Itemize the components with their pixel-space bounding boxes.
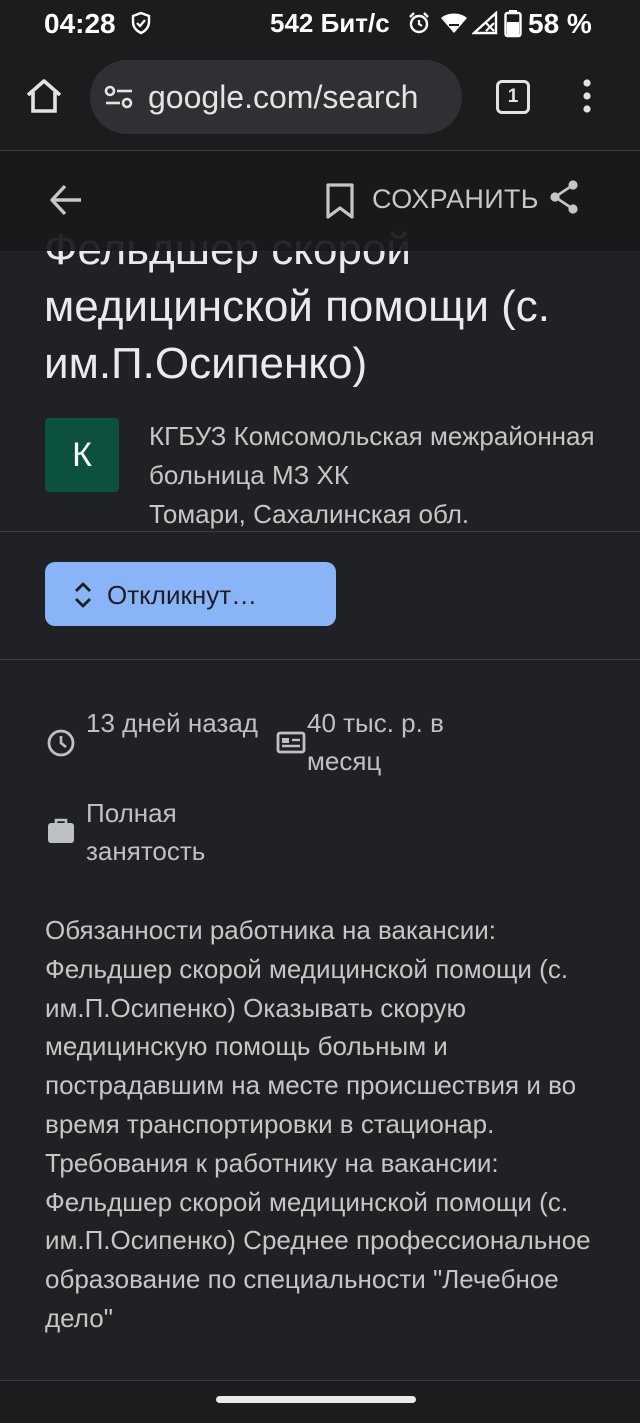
shield-icon [130, 11, 152, 40]
clock-icon [46, 728, 76, 763]
battery-icon [504, 10, 522, 43]
employer-logo: К [45, 418, 119, 492]
menu-icon[interactable] [580, 78, 594, 119]
job-description: Обязанности работника на вакансии: Фельд… [45, 915, 591, 1333]
wifi-icon [440, 11, 468, 40]
job-detail-panel: СОХРАНИТЬ Фельдшер скорой медицинской по… [0, 151, 640, 1380]
apply-button[interactable]: Откликнут… [45, 562, 336, 626]
status-time: 04:28 [44, 8, 116, 39]
salary-icon [276, 731, 306, 760]
tabs-icon[interactable]: 1 [496, 80, 530, 114]
bookmark-icon[interactable] [324, 182, 356, 225]
employer-info: КГБУЗ Комсомольская межрайонная больница… [149, 417, 619, 534]
system-nav-bar [0, 1380, 640, 1423]
posted-date: 13 дней назад [86, 708, 258, 738]
divider [0, 659, 640, 660]
share-icon[interactable] [548, 179, 580, 220]
alarm-icon [407, 11, 431, 40]
salary: 40 тыс. р. в месяц [307, 708, 444, 776]
job-header-bar: СОХРАНИТЬ [0, 151, 640, 251]
signal-icon [470, 10, 498, 40]
back-icon[interactable] [48, 183, 84, 222]
chevron-updown-icon [73, 581, 93, 614]
job-location: Томари, Сахалинская обл. [149, 499, 470, 529]
battery-percent: 58 % [528, 8, 592, 39]
divider [0, 531, 640, 532]
employment-type: Полная занятость [86, 798, 206, 866]
network-speed: 542 Бит/с [270, 8, 390, 38]
home-icon[interactable] [24, 78, 64, 119]
save-button[interactable]: СОХРАНИТЬ [372, 184, 539, 215]
url-text: google.com/search [148, 79, 419, 115]
employer-name: КГБУЗ Комсомольская межрайонная больница… [149, 421, 595, 490]
browser-toolbar: google.com/search 1 [0, 48, 640, 150]
address-bar[interactable]: google.com/search [90, 60, 462, 134]
home-gesture-handle[interactable] [216, 1396, 416, 1403]
apply-label: Откликнут… [107, 580, 258, 610]
briefcase-icon [46, 817, 76, 850]
tune-icon[interactable] [104, 84, 134, 115]
status-bar: 04:28 542 Бит/с 58 % [0, 0, 640, 48]
